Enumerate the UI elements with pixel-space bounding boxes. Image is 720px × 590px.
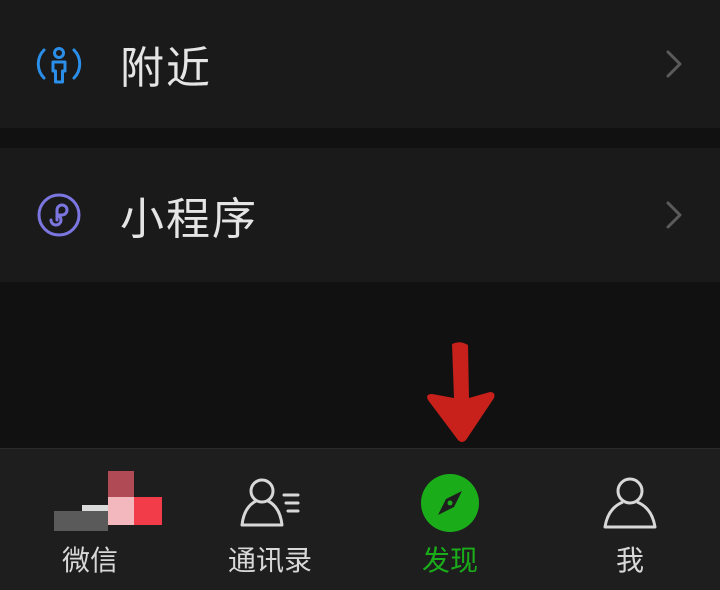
- chevron-right-icon: [666, 201, 682, 229]
- mini-program-icon: [36, 192, 82, 238]
- red-arrow-annotation: [427, 342, 495, 442]
- nearby-row[interactable]: 附近: [0, 0, 720, 128]
- chevron-right-icon: [666, 50, 682, 78]
- tab-contacts[interactable]: 通讯录: [180, 449, 360, 590]
- mini-program-label: 小程序: [120, 194, 258, 245]
- me-icon: [598, 471, 662, 535]
- tab-label: 我: [615, 544, 644, 577]
- nearby-person-icon: [36, 41, 82, 87]
- tab-me[interactable]: 我: [540, 449, 720, 590]
- empty-area: [0, 282, 720, 448]
- tab-discover[interactable]: 发现: [360, 449, 540, 590]
- bottom-tab-bar: 微信 通讯录 发现 我: [0, 448, 720, 590]
- tab-label: 微信: [61, 544, 118, 577]
- tab-label: 通讯录: [227, 544, 312, 577]
- nearby-label: 附近: [120, 43, 212, 94]
- mini-program-row[interactable]: 小程序: [0, 148, 720, 282]
- chat-icon: [54, 471, 162, 535]
- tab-label: 发现: [421, 544, 478, 577]
- compass-icon: [418, 471, 482, 535]
- tab-chats[interactable]: 微信: [0, 449, 180, 590]
- row-separator: [0, 128, 720, 148]
- contacts-icon: [238, 471, 302, 535]
